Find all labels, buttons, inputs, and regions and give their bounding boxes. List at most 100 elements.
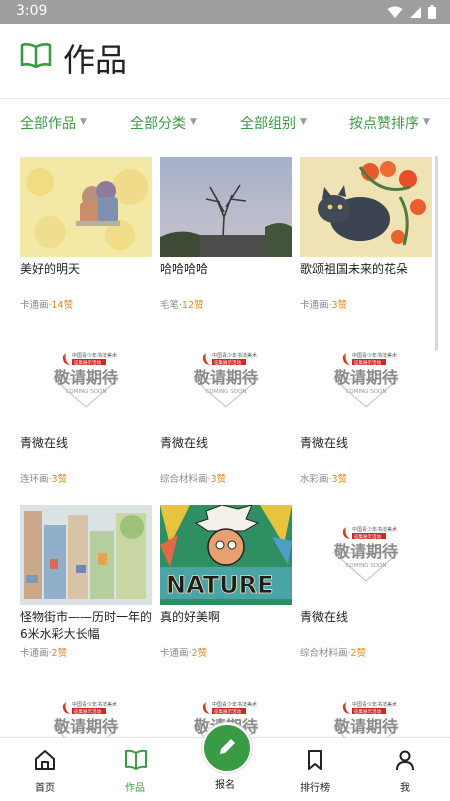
coming-soon-image: 中国青少年书法美术征集展示活动敬请期待 COMING SOON	[300, 505, 432, 605]
work-category: 水彩画·	[300, 474, 332, 485]
nav-label: 排行榜	[300, 783, 330, 794]
filter-all-groups[interactable]: 全部组别 ▼	[240, 113, 307, 133]
work-thumbnail	[160, 157, 292, 257]
filter-label: 全部分类	[130, 116, 186, 132]
work-likes: 2赞	[51, 648, 68, 659]
placeholder-big-text: 敬请期待	[193, 368, 258, 387]
filter-all-works[interactable]: 全部作品 ▼	[20, 113, 87, 133]
work-title: 青微在线	[300, 610, 349, 624]
nav-label: 作品	[125, 783, 145, 794]
placeholder-big-text: 敬请期待	[333, 542, 398, 561]
work-card[interactable]: 怪物街市——历时一年的6米水彩大长幅 卡通画·2赞	[20, 505, 152, 659]
signal-icon	[410, 6, 421, 18]
coming-soon-image: 中国青少年书法美术征集展示活动敬请期待 COMING SOON	[160, 331, 292, 431]
home-icon	[35, 750, 55, 770]
filter-sort-likes[interactable]: 按点赞排序 ▼	[349, 113, 430, 133]
placeholder-small-text: COMING SOON	[66, 389, 107, 395]
work-meta: 水彩画·3赞	[300, 471, 347, 485]
work-category: 综合材料画·	[160, 474, 211, 485]
work-thumbnail	[20, 157, 152, 257]
work-title: 真的好美啊	[160, 610, 221, 624]
wifi-icon	[387, 6, 403, 18]
filter-label: 按点赞排序	[349, 116, 419, 132]
work-title: 歌颂祖国未来的花朵	[300, 262, 409, 276]
work-category: 卡通画·	[300, 300, 332, 311]
work-meta: 综合材料画·3赞	[160, 471, 226, 485]
status-time: 3:09	[16, 3, 48, 19]
page-header: 作品	[0, 24, 450, 99]
work-title: 美好的明天	[20, 262, 81, 276]
work-card[interactable]: 哈哈哈哈 毛笔·12赞	[160, 157, 292, 311]
page-title: 作品	[63, 41, 128, 79]
caret-icon: ▼	[300, 117, 307, 127]
placeholder-top2-text: 征集展示活动	[74, 708, 101, 715]
work-meta: 连环画·3赞	[20, 471, 67, 485]
placeholder-big-text: 敬请期待	[333, 368, 398, 387]
signup-fab-button[interactable]	[202, 723, 252, 773]
book-icon	[125, 749, 147, 770]
placeholder-top2-text: 征集展示活动	[214, 359, 241, 366]
work-title: 青微在线	[160, 436, 209, 450]
status-bar: 3:09	[0, 0, 450, 24]
work-title: 青微在线	[300, 436, 349, 450]
placeholder-small-text: COMING SOON	[346, 389, 387, 395]
coming-soon-image: 中国青少年书法美术征集展示活动敬请期待 COMING SOON	[300, 331, 432, 431]
placeholder-top-text: 中国青少年书法美术	[212, 701, 257, 708]
placeholder-top-text: 中国青少年书法美术	[352, 526, 397, 533]
caret-icon: ▼	[190, 117, 197, 127]
work-category: 连环画·	[20, 474, 52, 485]
work-card[interactable]: 中国青少年书法美术 征集展示活动 敬请期待 COMING SOON 青微在线 综合材料…	[160, 331, 292, 485]
placeholder-top2-text: 征集展示活动	[214, 708, 241, 715]
placeholder-top2-text: 征集展示活动	[354, 533, 381, 540]
book-icon	[20, 43, 52, 68]
coming-soon-image: 中国青少年书法美术征集展示活动敬请期待 COMING SOON	[20, 331, 152, 431]
filter-bar: 全部作品 ▼ 全部分类 ▼ 全部组别 ▼ 按点赞排序 ▼	[0, 113, 450, 143]
work-likes: 3赞	[331, 474, 348, 485]
work-meta: 卡通画·2赞	[160, 645, 207, 659]
coming-soon-thumbnail: 中国青少年书法美术征集展示活动敬请期待 COMING SOON	[20, 331, 152, 431]
placeholder-small-text: COMING SOON	[346, 563, 387, 569]
work-meta: 卡通画·3赞	[300, 297, 347, 311]
work-card[interactable]: 歌颂祖国未来的花朵 卡通画·3赞	[300, 157, 432, 311]
work-meta: 综合材料画·2赞	[300, 645, 366, 659]
work-card[interactable]: 美好的明天 卡通画·14赞	[20, 157, 152, 311]
placeholder-big-text: 敬请期待	[53, 368, 118, 387]
work-card[interactable]: 中国青少年书法美术 征集展示活动敬请期待 COMING SOON 青微在线 综合材料…	[300, 505, 432, 659]
work-likes: 3赞	[51, 474, 68, 485]
nature-text: NATURE	[166, 571, 274, 599]
filter-all-categories[interactable]: 全部分类 ▼	[130, 113, 197, 133]
work-likes: 3赞	[210, 474, 227, 485]
work-title: 哈哈哈哈	[160, 262, 209, 276]
work-card[interactable]: 中国青少年书法美术 征集展示活动 敬请期待 COMING SOON 青微在线 连环画·…	[20, 331, 152, 485]
work-card[interactable]: NATURE 真的好美啊 卡通画·2赞	[160, 505, 292, 659]
nav-label: 我	[400, 783, 410, 794]
work-category: 卡通画·	[20, 648, 52, 659]
work-likes: 14赞	[51, 300, 74, 311]
work-meta: 毛笔·12赞	[160, 297, 204, 311]
work-title: 青微在线	[20, 436, 69, 450]
coming-soon-thumbnail: 中国青少年书法美术征集展示活动敬请期待 COMING SOON	[300, 331, 432, 431]
work-category: 卡通画·	[20, 300, 52, 311]
filter-label: 全部组别	[240, 116, 296, 132]
filter-label: 全部作品	[20, 116, 76, 132]
work-thumbnail: NATURE	[160, 505, 292, 605]
work-likes: 3赞	[331, 300, 348, 311]
work-likes: 12赞	[182, 300, 204, 311]
placeholder-top-text: 中国青少年书法美术	[352, 701, 397, 708]
scrollbar[interactable]	[435, 156, 438, 351]
placeholder-top-text: 中国青少年书法美术	[212, 352, 257, 359]
placeholder-top2-text: 征集展示活动	[354, 708, 381, 715]
placeholder-top-text: 中国青少年书法美术	[72, 701, 117, 708]
work-thumbnail	[300, 157, 432, 257]
pencil-icon	[220, 739, 235, 754]
placeholder-big-text: 敬请期待	[333, 717, 398, 736]
work-card[interactable]: 中国青少年书法美术 征集展示活动 敬请期待 COMING SOON 青微在线 水彩画·…	[300, 331, 432, 485]
battery-icon	[428, 5, 436, 19]
work-likes: 2赞	[191, 648, 208, 659]
caret-icon: ▼	[423, 117, 430, 127]
work-category: 毛笔·	[160, 300, 183, 311]
work-title: 怪物街市——历时一年的6米水彩大长幅	[20, 610, 153, 641]
placeholder-top-text: 中国青少年书法美术	[352, 352, 397, 359]
work-category: 综合材料画·	[300, 648, 351, 659]
placeholder-big-text: 敬请期待	[53, 717, 118, 736]
